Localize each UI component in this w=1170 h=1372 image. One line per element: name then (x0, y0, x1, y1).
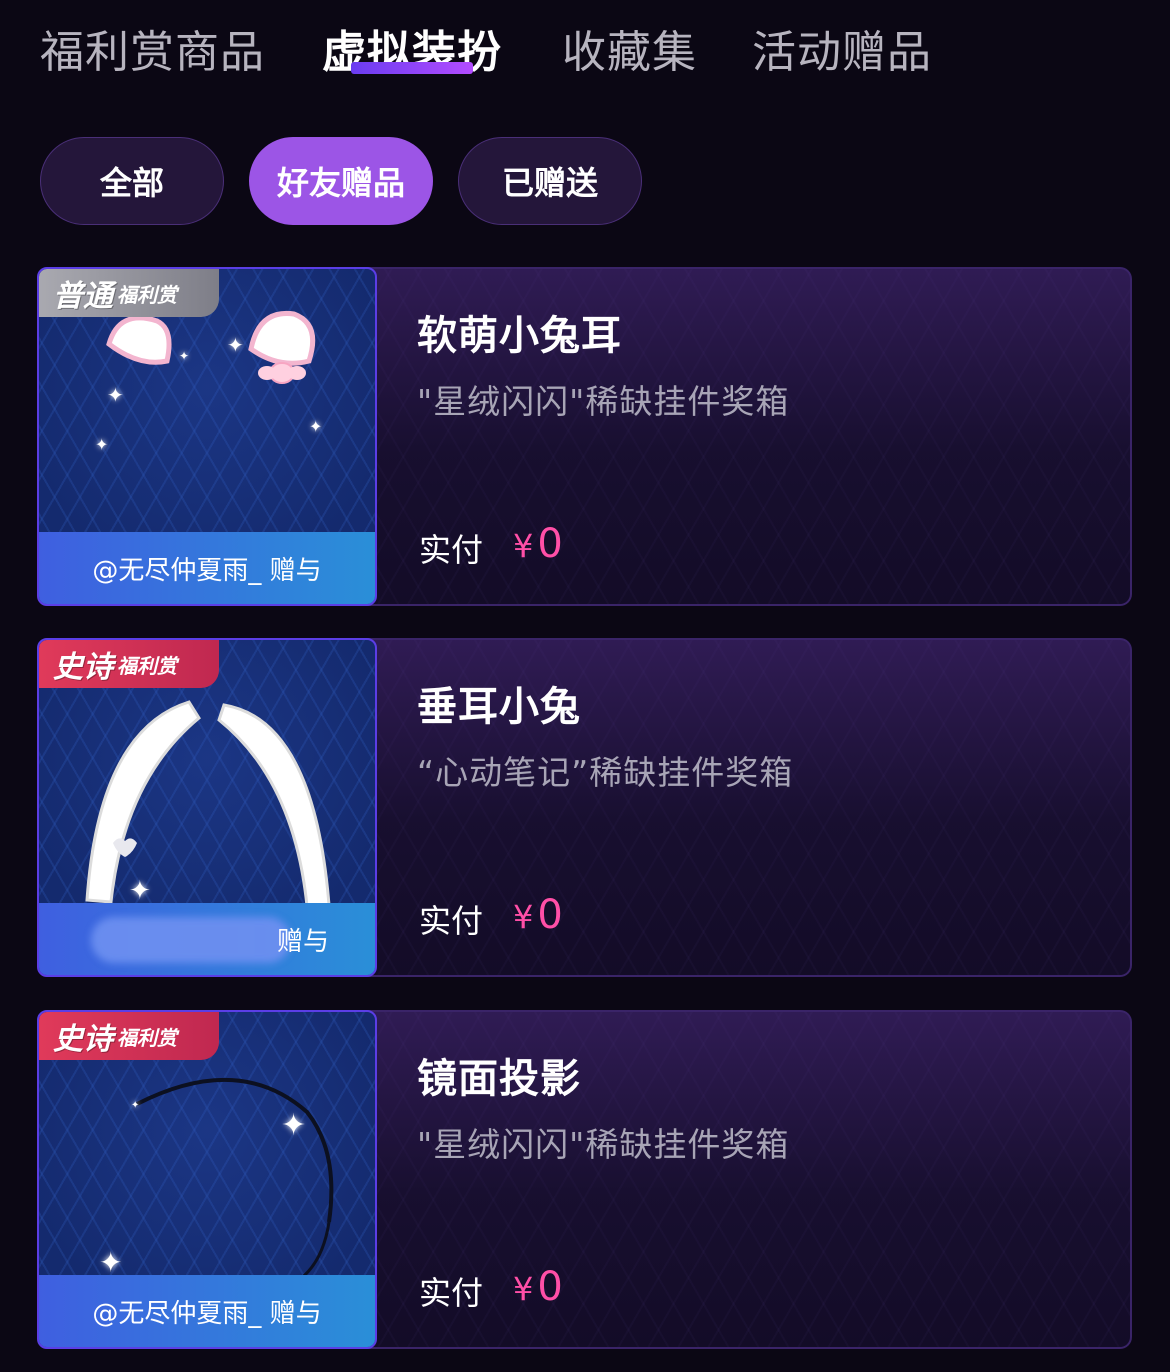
item-thumbnail: ✦ 史诗 福利赏 赠与 (37, 638, 377, 977)
item-source: “心动笔记”稀缺挂件奖箱 (417, 753, 794, 792)
price: ¥0 (513, 521, 563, 567)
giver-label: @无尽仲夏雨_ 赠与 (39, 1275, 375, 1347)
item-card[interactable]: ✦ ✦ ✦ 史诗 福利赏 @无尽仲夏雨_ 赠与 镜面投影 "星绒闪闪"稀缺挂件奖… (37, 1010, 1132, 1349)
badge-type-text: 福利赏 (117, 653, 177, 678)
giver-label: 赠与 (39, 903, 375, 975)
item-card[interactable]: ✦ ✦ ✦ ✦ ✦ 普通 福利赏 @无尽仲夏雨_ 赠与 软萌小兔耳 "星绒闪闪"… (37, 267, 1132, 606)
badge-rarity-text: 史诗 (53, 1022, 113, 1057)
giver-label: @无尽仲夏雨_ 赠与 (39, 532, 375, 604)
sparkle-icon: ✦ (281, 1108, 307, 1143)
sparkle-icon: ✦ (107, 383, 124, 407)
pay-label: 实付 (419, 902, 484, 940)
rarity-badge: 普通 福利赏 (39, 269, 219, 317)
item-source: "星绒闪闪"稀缺挂件奖箱 (417, 1125, 790, 1164)
price: ¥0 (513, 892, 563, 938)
sparkle-icon: ✦ (309, 417, 323, 436)
giver-text: 赠与 (277, 926, 330, 957)
price: ¥0 (513, 1264, 563, 1310)
currency-symbol: ¥ (513, 527, 534, 565)
currency-symbol: ¥ (513, 1270, 534, 1308)
pay-label: 实付 (419, 531, 484, 569)
item-card[interactable]: ✦ 史诗 福利赏 赠与 垂耳小兔 “心动笔记”稀缺挂件奖箱 实付 ¥0 (37, 638, 1132, 977)
top-tabs: 福利赏商品 虚拟装扮 收藏集 活动赠品 (0, 0, 1170, 100)
tab-welfare-goods[interactable]: 福利赏商品 (40, 16, 265, 80)
blurred-username (91, 917, 291, 963)
badge-type-text: 福利赏 (117, 282, 177, 307)
sparkle-icon: ✦ (95, 435, 109, 454)
rarity-badge: 史诗 福利赏 (39, 1012, 219, 1060)
badge-rarity-text: 普通 (53, 279, 113, 314)
currency-symbol: ¥ (513, 898, 534, 936)
item-name: 垂耳小兔 (417, 684, 581, 730)
price-value: 0 (537, 521, 563, 567)
badge-type-text: 福利赏 (117, 1025, 177, 1050)
filter-all[interactable]: 全部 (40, 137, 224, 225)
filter-friend-gifts[interactable]: 好友赠品 (249, 137, 433, 225)
sparkle-icon: ✦ (227, 333, 244, 357)
pay-label: 实付 (419, 1274, 484, 1312)
price-value: 0 (537, 1264, 563, 1310)
item-name: 镜面投影 (417, 1056, 581, 1102)
tab-event-gifts[interactable]: 活动赠品 (752, 16, 932, 80)
tab-collections[interactable]: 收藏集 (562, 16, 697, 80)
sparkle-icon: ✦ (129, 876, 151, 906)
badge-rarity-text: 史诗 (53, 650, 113, 685)
item-thumbnail: ✦ ✦ ✦ ✦ ✦ 普通 福利赏 @无尽仲夏雨_ 赠与 (37, 267, 377, 606)
sparkle-icon: ✦ (131, 1100, 140, 1111)
filter-sent[interactable]: 已赠送 (458, 137, 642, 225)
price-value: 0 (537, 892, 563, 938)
active-tab-indicator (351, 62, 473, 74)
rarity-badge: 史诗 福利赏 (39, 640, 219, 688)
item-thumbnail: ✦ ✦ ✦ 史诗 福利赏 @无尽仲夏雨_ 赠与 (37, 1010, 377, 1349)
sparkle-icon: ✦ (179, 349, 190, 363)
item-source: "星绒闪闪"稀缺挂件奖箱 (417, 382, 790, 421)
item-name: 软萌小兔耳 (417, 313, 622, 359)
